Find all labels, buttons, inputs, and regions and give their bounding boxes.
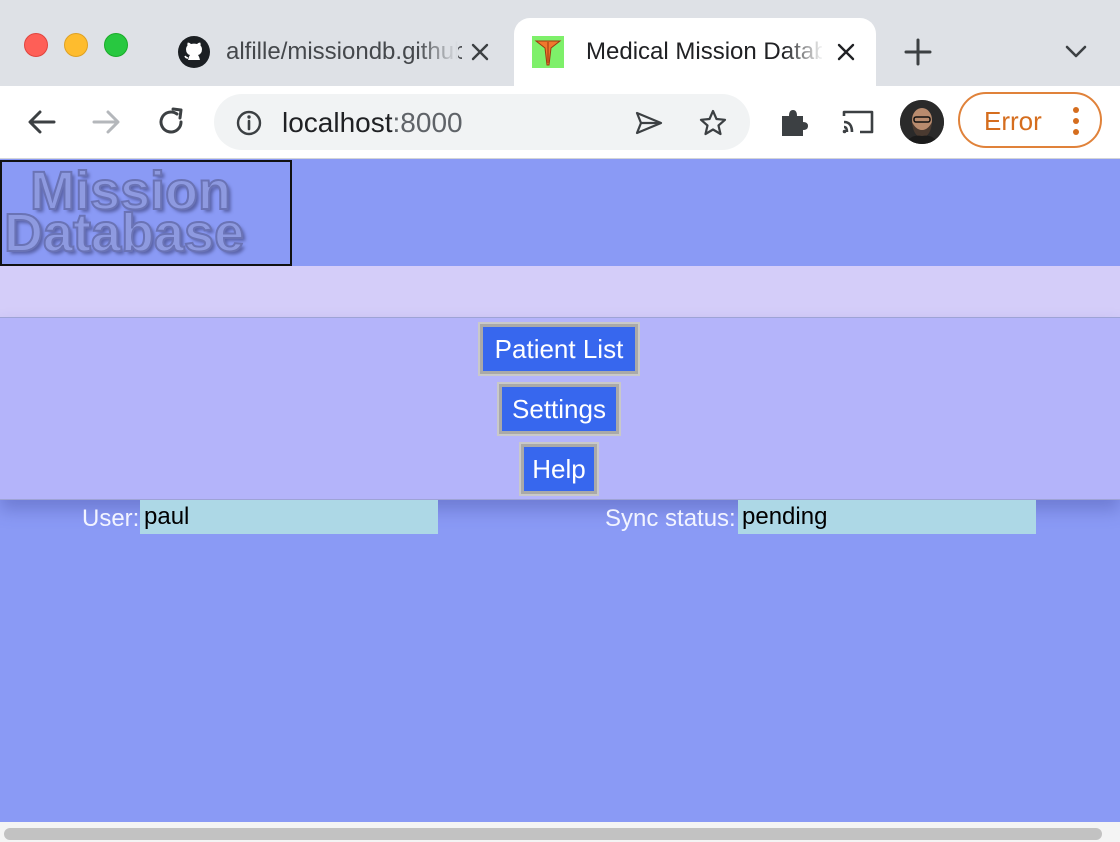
mission-database-logo: Mission Database	[0, 160, 292, 266]
close-tab-icon[interactable]	[834, 40, 858, 64]
url-host: localhost	[282, 107, 393, 138]
profile-avatar[interactable]	[900, 100, 944, 144]
minimize-window-button[interactable]	[64, 33, 88, 57]
sync-status-value: pending	[738, 500, 1036, 534]
info-icon[interactable]	[234, 108, 264, 138]
profile-error-label: Error	[984, 106, 1042, 136]
title-bar	[0, 266, 1120, 317]
back-arrow-icon[interactable]	[24, 104, 60, 140]
user-value: paul	[140, 500, 438, 534]
help-button[interactable]: Help	[519, 442, 599, 496]
reload-icon[interactable]	[153, 104, 189, 140]
avatar-photo-icon	[900, 100, 944, 144]
new-tab-icon[interactable]	[900, 34, 936, 70]
settings-button[interactable]: Settings	[497, 382, 621, 436]
tab-github[interactable]: alfille/missiondb.github	[160, 18, 510, 86]
cast-icon[interactable]	[840, 104, 876, 140]
chevron-down-icon[interactable]	[1060, 38, 1092, 66]
user-label: User:	[82, 505, 140, 532]
more-vertical-icon[interactable]	[1072, 106, 1080, 136]
extensions-puzzle-icon[interactable]	[776, 104, 812, 140]
url-port: :8000	[392, 107, 463, 138]
forward-arrow-icon[interactable]	[88, 104, 124, 140]
bookmark-star-icon[interactable]	[698, 108, 728, 138]
browser-toolbar: localhost:8000 Error	[0, 86, 1120, 159]
page-content: Mission Database Patient List Settings H…	[0, 159, 1120, 822]
patient-list-button[interactable]: Patient List	[478, 322, 640, 376]
address-bar[interactable]: localhost:8000	[214, 94, 750, 150]
close-tab-icon[interactable]	[468, 40, 492, 64]
sync-status-label: Sync status:	[605, 505, 736, 532]
mission-favicon-icon	[532, 36, 564, 68]
profile-error-button[interactable]: Error	[958, 92, 1102, 148]
tab-medical-mission[interactable]: Medical Mission Database	[514, 18, 876, 86]
close-window-button[interactable]	[24, 33, 48, 57]
send-icon[interactable]	[634, 108, 664, 138]
horizontal-scrollbar[interactable]	[0, 822, 1120, 842]
logo-line-2: Database	[3, 203, 245, 263]
github-icon	[178, 36, 210, 68]
url-text[interactable]: localhost:8000	[282, 107, 463, 139]
tab-strip: alfille/missiondb.github Medical Mission…	[0, 0, 1120, 86]
status-bar: User: paul Sync status: pending	[0, 499, 1120, 535]
maximize-window-button[interactable]	[104, 33, 128, 57]
scrollbar-thumb[interactable]	[4, 828, 1102, 840]
main-menu: Patient List Settings Help	[0, 317, 1120, 500]
